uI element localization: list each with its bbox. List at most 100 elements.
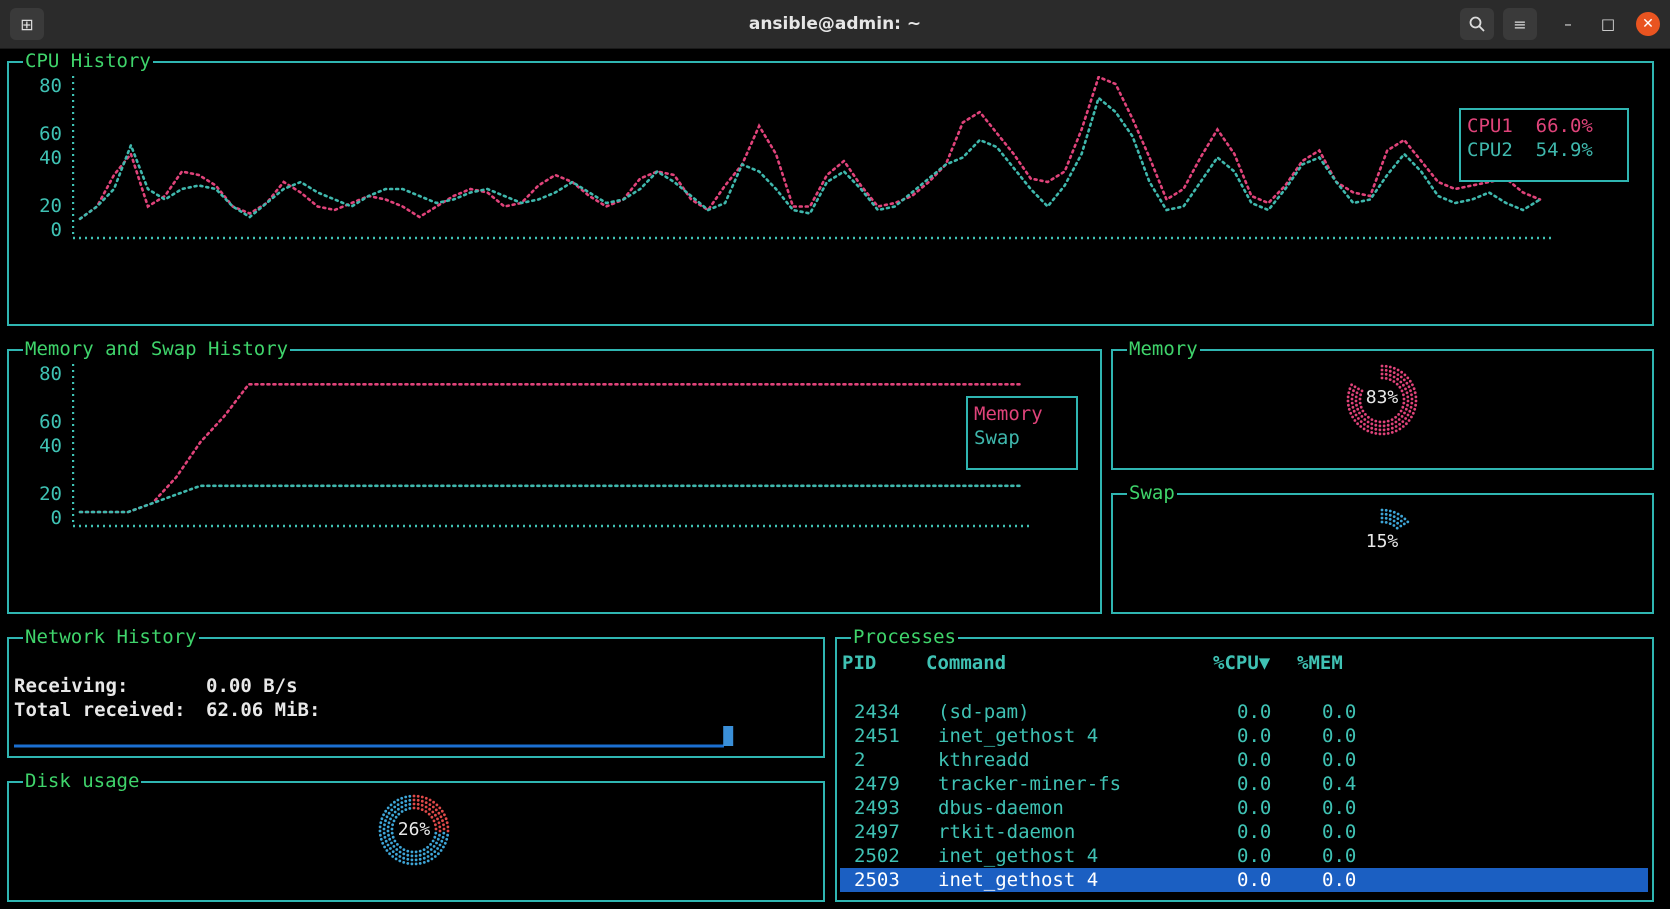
gauge-dot: [384, 809, 388, 813]
cell-mem: 0.0: [1322, 701, 1357, 723]
gauge-dot: [396, 843, 399, 846]
panel-title: Processes: [851, 626, 958, 648]
gauge-dot: [412, 794, 416, 798]
gauge-dot: [391, 850, 395, 853]
gauge-dot: [1390, 431, 1394, 434]
gauge-dot: [424, 805, 428, 809]
gauge-dot: [1394, 425, 1398, 428]
series-line-cpu1: [78, 76, 1542, 221]
gauge-dot: [1384, 508, 1388, 512]
gauge-dot: [426, 855, 430, 858]
search-icon[interactable]: [1460, 8, 1494, 40]
gauge-dot: [1403, 517, 1407, 521]
gauge-dot: [1396, 373, 1400, 376]
y-tick: 60: [39, 123, 62, 145]
gauge-dot: [404, 795, 408, 799]
gauge-dot: [406, 857, 410, 861]
cell-command: tracker-miner-fs: [938, 773, 1122, 795]
gauge-dot: [1352, 409, 1356, 413]
gauge-dot: [410, 862, 414, 866]
table-row[interactable]: 2497 rtkit-daemon 0.0 0.0: [840, 820, 1648, 844]
gauge-dot: [1395, 382, 1399, 386]
cell-command: inet_gethost 4: [938, 725, 1099, 747]
gauge-dot: [1378, 420, 1382, 424]
gauge-dot: [420, 808, 424, 811]
column-header-cpu[interactable]: %CPU▼: [1213, 652, 1270, 674]
gauge-dot: [1397, 418, 1401, 421]
gauge-dot: [393, 839, 397, 843]
gauge-dot: [436, 847, 439, 850]
cell-cpu: 0.0: [1237, 821, 1272, 843]
gauge-dot: [416, 798, 420, 802]
gauge-dot: [1403, 411, 1406, 415]
gauge-dot: [416, 802, 420, 806]
table-row[interactable]: 2493 dbus-daemon 0.0 0.0: [840, 796, 1648, 820]
gauge-dot: [394, 857, 398, 861]
gauge-dot: [1364, 413, 1367, 416]
maximize-icon[interactable]: □: [1594, 10, 1622, 38]
gauge-dot: [395, 848, 399, 851]
hamburger-menu-icon[interactable]: ≡: [1503, 8, 1537, 40]
gauge-dot: [412, 806, 416, 810]
cpu-history-chart: [72, 76, 1552, 240]
panel-title: Memory: [1127, 338, 1200, 360]
close-icon[interactable]: ✕: [1636, 12, 1660, 36]
gauge-dot: [1380, 372, 1384, 376]
gauge-dot: [1353, 419, 1357, 422]
column-header-command[interactable]: Command: [926, 652, 1006, 674]
table-row[interactable]: 2502 inet_gethost 4 0.0 0.0: [840, 844, 1648, 868]
gauge-dot: [429, 848, 433, 851]
table-row[interactable]: 2479 tracker-miner-fs 0.0 0.4: [840, 772, 1648, 796]
network-sparkline: [14, 726, 734, 748]
panel-title: Swap: [1127, 482, 1177, 504]
gauge-dot: [1392, 375, 1396, 379]
gauge-dot: [1388, 517, 1392, 521]
cell-command: rtkit-daemon: [938, 821, 1076, 843]
gauge-dot: [1400, 370, 1403, 374]
gauge-dot: [1386, 423, 1390, 427]
minimize-icon[interactable]: –: [1554, 10, 1582, 38]
gauge-dot: [440, 809, 444, 813]
gauge-dot: [1386, 419, 1390, 423]
gauge-dot: [1363, 418, 1367, 421]
cell-cpu: 0.0: [1237, 701, 1272, 723]
gauge-dot: [1399, 519, 1403, 523]
gauge-dot: [1390, 426, 1394, 430]
y-tick: 40: [39, 147, 62, 169]
gauge-dot: [1380, 516, 1384, 520]
gauge-dot: [435, 841, 438, 845]
gauge-dot: [1380, 512, 1384, 516]
gauge-dot: [1378, 428, 1382, 432]
table-row[interactable]: 2434 (sd-pam) 0.0 0.0: [840, 700, 1648, 724]
cell-cpu: 0.0: [1237, 845, 1272, 867]
column-header-pid[interactable]: PID: [842, 652, 876, 674]
gauge-dot: [1388, 509, 1392, 513]
gauge-dot: [428, 798, 432, 802]
gauge-dot: [391, 813, 394, 817]
gauge-dot: [385, 849, 389, 852]
table-row[interactable]: 2 kthreadd 0.0 0.0: [840, 748, 1648, 772]
gauge-dot: [390, 808, 394, 812]
cell-mem: 0.0: [1322, 821, 1357, 843]
gauge-dot: [408, 794, 412, 798]
gauge-dot: [402, 848, 406, 851]
legend-swap: Swap: [974, 427, 1020, 449]
gauge-dot: [1410, 415, 1413, 419]
gauge-dot: [416, 794, 420, 798]
legend-memory: Memory: [974, 403, 1043, 425]
gauge-dot: [1392, 366, 1396, 370]
panel-title: Memory and Swap History: [23, 338, 291, 360]
gauge-dot: [420, 795, 424, 799]
gauge-dot: [400, 801, 404, 804]
gauge-dot: [388, 852, 391, 856]
gauge-dot: [440, 839, 444, 843]
table-row-selected[interactable]: 2503 inet_gethost 4 0.0 0.0: [840, 868, 1648, 892]
gauge-dot: [1408, 379, 1412, 383]
y-tick: 20: [39, 483, 62, 505]
column-header-mem[interactable]: %MEM: [1297, 652, 1343, 674]
gauge-dot: [434, 808, 438, 812]
gauge-dot: [397, 812, 401, 816]
gauge-dot: [400, 796, 404, 800]
table-row[interactable]: 2451 inet_gethost 4 0.0 0.0: [840, 724, 1648, 748]
gauge-dot: [1394, 420, 1398, 424]
